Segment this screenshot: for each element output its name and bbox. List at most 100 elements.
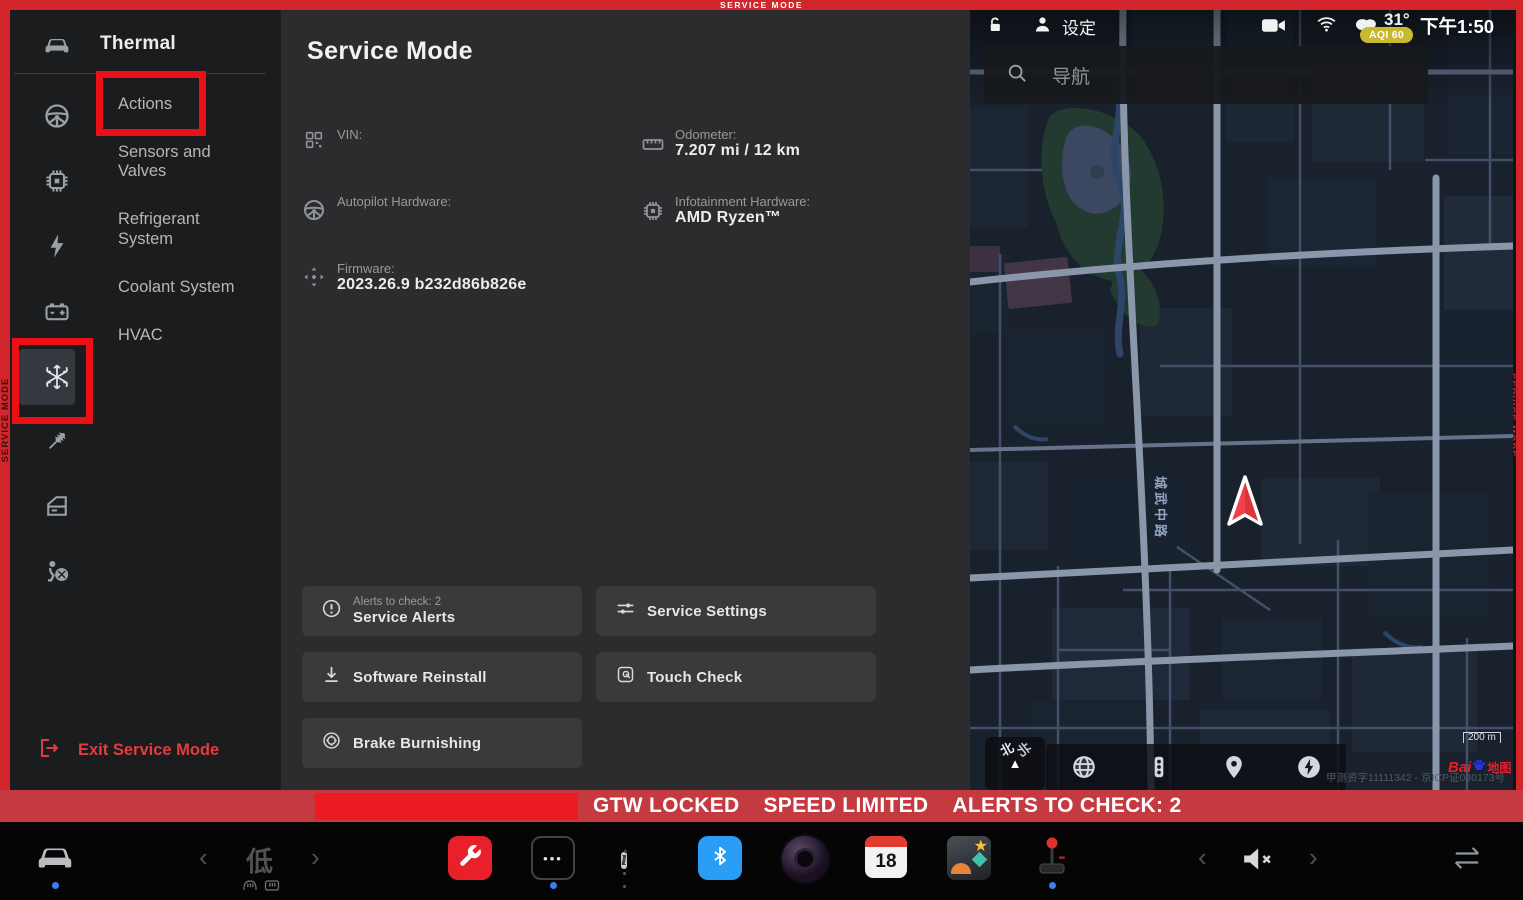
odometer-value: 7.207 mi / 12 km	[675, 142, 800, 160]
wrench-icon	[457, 843, 483, 874]
chevron-left-icon[interactable]: ‹	[199, 844, 208, 870]
battery-icon	[43, 297, 71, 325]
thermal-menu: Actions Sensors and Valves Refrigerant S…	[118, 95, 280, 374]
sidebar-item-airbag[interactable]	[43, 557, 71, 585]
bluetooth-button[interactable]	[698, 836, 742, 880]
software-reinstall-button[interactable]: Software Reinstall	[302, 652, 582, 702]
sidebar-item-suspension[interactable]	[43, 427, 71, 455]
sidebar-item-battery[interactable]	[43, 297, 71, 325]
sidebar-item-computer[interactable]	[43, 167, 71, 195]
service-mode-banner-text: SERVICE MODE	[720, 0, 803, 10]
clock: 下午1:50	[1420, 13, 1494, 39]
notes-icon: i	[621, 852, 627, 869]
defrost-indicators	[242, 878, 280, 897]
firmware-icon	[303, 266, 325, 288]
exit-service-mode-button[interactable]: Exit Service Mode	[36, 736, 219, 765]
alert-status-bar: GTW LOCKED SPEED LIMITED ALERTS TO CHECK…	[0, 790, 1523, 822]
tesla-service-mode-screen: SERVICE MODE SERVICE MODE SERVICE MODE	[0, 0, 1523, 900]
steering-wheel-icon	[43, 102, 71, 130]
joystick-active-dot	[1049, 882, 1056, 889]
sidebar-item-vehicle[interactable]	[43, 31, 71, 59]
service-alerts-sublabel: Alerts to check: 2	[353, 596, 455, 609]
location-pin-icon[interactable]	[1221, 754, 1247, 780]
infotainment-chip-icon	[641, 199, 665, 223]
speed-limited-label: SPEED LIMITED	[763, 794, 928, 818]
wifi-icon[interactable]	[1316, 15, 1337, 33]
brake-burnishing-button[interactable]: Brake Burnishing	[302, 718, 582, 768]
map-region: 城武中路 设定 31° AQI 60 下午1:50	[970, 10, 1513, 790]
road-name-label: 城武中路	[1153, 476, 1168, 540]
download-icon	[302, 664, 342, 690]
joystick-icon	[1032, 865, 1072, 882]
release-notes-button[interactable]: i	[621, 837, 627, 879]
shock-absorber-icon	[43, 427, 71, 455]
menu-item-hvac[interactable]: HVAC	[118, 326, 280, 345]
settings-label[interactable]: 设定	[1062, 14, 1096, 39]
map-scale: 200 m	[1463, 732, 1501, 743]
swap-panels-icon[interactable]	[1449, 844, 1485, 877]
brake-burnishing-label: Brake Burnishing	[353, 735, 481, 752]
dashcam-lens-button[interactable]	[780, 834, 830, 884]
nav-search-bar[interactable]: 导航	[984, 46, 1428, 104]
touch-icon	[596, 664, 636, 690]
brake-disc-icon	[302, 730, 342, 756]
chevron-right-icon[interactable]: ›	[311, 844, 320, 870]
gtw-locked-label: GTW LOCKED	[593, 794, 739, 818]
lens-pupil	[797, 851, 813, 867]
globe-icon[interactable]	[1071, 754, 1097, 780]
calendar-day: 18	[865, 847, 907, 877]
toybox-joystick-button[interactable]	[1032, 832, 1072, 883]
sidebar-item-closures[interactable]	[43, 492, 71, 520]
compass-button[interactable]: 北 北 ▲	[985, 737, 1045, 790]
calendar-header	[865, 836, 907, 847]
map-license-text: 甲测资字11111342 - 京ICP证030173号	[1270, 770, 1505, 785]
infotainment-value: AMD Ryzen™	[675, 209, 781, 227]
autopilot-steering-icon	[302, 198, 326, 222]
muted-speaker-icon[interactable]	[1240, 845, 1274, 878]
arcade-theater-button[interactable]: ★	[947, 836, 991, 880]
service-alerts-button[interactable]: Alerts to check: 2 Service Alerts	[302, 586, 582, 636]
bluetooth-icon	[709, 843, 731, 874]
touch-check-button[interactable]: Touch Check	[596, 652, 876, 702]
sidebar-item-steering[interactable]	[43, 102, 71, 130]
alerts-to-check-label: ALERTS TO CHECK: 2	[952, 794, 1181, 818]
range-low-label[interactable]: 低	[246, 840, 273, 879]
service-app-button[interactable]	[448, 836, 492, 880]
menu-item-refrigerant-system[interactable]: Refrigerant System	[118, 210, 280, 248]
aqi-badge: AQI 60	[1360, 27, 1413, 43]
car-active-dot	[52, 882, 59, 889]
rear-defrost-icon	[264, 878, 280, 897]
annotation-box-thermal-icon	[12, 338, 93, 424]
exit-service-mode-label: Exit Service Mode	[78, 741, 219, 760]
car-icon	[43, 31, 71, 59]
lightning-bolt-icon	[43, 232, 71, 260]
service-mode-right-strip	[1516, 10, 1523, 790]
sidebar-item-high-voltage[interactable]	[43, 232, 71, 260]
calendar-button[interactable]: 18	[865, 836, 907, 878]
volume-chevron-right-icon[interactable]: ›	[1309, 844, 1318, 870]
unlocked-lock-icon[interactable]	[986, 16, 1005, 35]
volume-chevron-left-icon[interactable]: ‹	[1198, 844, 1207, 870]
map-canvas[interactable]: 城武中路	[970, 10, 1513, 790]
page-title: Service Mode	[307, 37, 473, 66]
odometer-icon	[641, 132, 665, 156]
app-dock: ‹ 低 › ••• i 18 ★	[0, 822, 1523, 900]
cabin-camera-icon[interactable]	[1262, 17, 1287, 34]
service-mode-top-banner: SERVICE MODE	[0, 0, 1523, 10]
car-icon	[35, 859, 75, 876]
firmware-value: 2023.26.9 b232d86b826e	[337, 276, 526, 294]
dock-car-button[interactable]	[35, 842, 75, 877]
service-mode-main: Service Mode VIN: Odometer: 7.207 mi / 1…	[281, 10, 970, 790]
menu-item-sensors-valves[interactable]: Sensors and Valves	[118, 143, 280, 181]
service-settings-button[interactable]: Service Settings	[596, 586, 876, 636]
more-apps-button[interactable]: •••	[531, 836, 575, 880]
autopilot-label: Autopilot Hardware:	[337, 194, 451, 209]
annotation-box-actions	[96, 71, 206, 136]
exit-icon	[36, 736, 60, 765]
menu-item-coolant-system[interactable]: Coolant System	[118, 278, 280, 297]
service-alerts-label: Service Alerts	[353, 609, 455, 626]
traffic-light-icon[interactable]	[1146, 754, 1172, 780]
driver-profile-icon[interactable]	[1032, 14, 1053, 35]
ellipsis-icon: •••	[543, 851, 563, 866]
search-placeholder: 导航	[1052, 62, 1090, 89]
